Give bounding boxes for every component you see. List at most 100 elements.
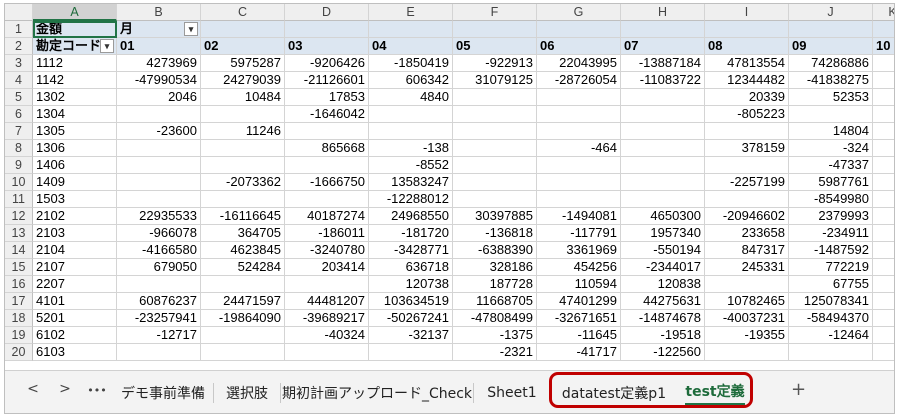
amount-cell[interactable]: - [873,310,894,327]
pivot-header-cell[interactable] [621,21,705,38]
amount-cell[interactable]: -464 [537,140,621,157]
amount-cell[interactable]: -11083722 [621,72,705,89]
amount-cell[interactable]: 44481207 [285,293,369,310]
pivot-header-cell[interactable] [873,21,894,38]
amount-cell[interactable] [117,140,201,157]
amount-cell[interactable]: 772219 [789,259,873,276]
row-header[interactable]: 7 [5,123,33,140]
amount-cell[interactable]: -1 [873,55,894,72]
amount-cell[interactable] [873,344,894,361]
amount-cell[interactable]: -20946602 [705,208,789,225]
amount-cell[interactable]: -805223 [705,106,789,123]
tab-sheet1[interactable]: Sheet1 [474,371,550,413]
pivot-header-cell[interactable] [201,21,285,38]
amount-cell[interactable]: 20339 [705,89,789,106]
select-all-corner[interactable] [5,4,33,21]
amount-cell[interactable]: 24968550 [369,208,453,225]
filter-dropdown-icon[interactable]: ▾ [100,39,114,53]
amount-cell[interactable]: -40037231 [705,310,789,327]
amount-cell[interactable] [873,276,894,293]
amount-cell[interactable] [285,157,369,174]
next-sheet-icon[interactable]: > [55,381,75,397]
amount-cell[interactable] [117,157,201,174]
amount-cell[interactable]: 2379993 [789,208,873,225]
amount-cell[interactable] [621,140,705,157]
column-header[interactable]: B [117,4,201,21]
more-sheets-icon[interactable]: ••• [87,384,107,397]
amount-cell[interactable]: -23257941 [117,310,201,327]
amount-cell[interactable]: 1957340 [621,225,705,242]
amount-cell[interactable]: -13887184 [621,55,705,72]
amount-cell[interactable] [789,344,873,361]
amount-cell[interactable]: 865668 [285,140,369,157]
amount-cell[interactable] [453,140,537,157]
amount-cell[interactable]: -922913 [453,55,537,72]
amount-cell[interactable]: -117791 [537,225,621,242]
month-header-cell[interactable]: 05 [453,38,537,55]
amount-cell[interactable]: 47813554 [705,55,789,72]
account-code-cell[interactable]: 2207 [33,276,117,293]
amount-cell[interactable]: 22935533 [117,208,201,225]
amount-cell[interactable]: 4840 [369,89,453,106]
amount-cell[interactable]: 233658 [705,225,789,242]
month-header-cell[interactable]: 06 [537,38,621,55]
amount-cell[interactable] [621,89,705,106]
amount-cell[interactable]: -21126601 [285,72,369,89]
column-header[interactable]: F [453,4,537,21]
amount-cell[interactable] [537,157,621,174]
month-header-cell[interactable]: 03 [285,38,369,55]
amount-cell[interactable]: -122560 [621,344,705,361]
amount-cell[interactable] [201,191,285,208]
amount-cell[interactable]: -6388390 [453,242,537,259]
amount-cell[interactable] [705,276,789,293]
column-header[interactable]: A [33,4,117,21]
month-header-cell[interactable]: 08 [705,38,789,55]
amount-cell[interactable]: -11645 [537,327,621,344]
amount-cell[interactable] [873,225,894,242]
amount-cell[interactable]: 3361969 [537,242,621,259]
column-header[interactable]: I [705,4,789,21]
amount-cell[interactable]: -8549980 [789,191,873,208]
amount-cell[interactable]: 4623845 [201,242,285,259]
amount-cell[interactable] [873,327,894,344]
amount-cell[interactable]: 636718 [369,259,453,276]
amount-cell[interactable]: 11246 [201,123,285,140]
pivot-header-cell[interactable] [537,21,621,38]
amount-cell[interactable] [117,276,201,293]
amount-cell[interactable] [117,174,201,191]
amount-cell[interactable]: 606342 [369,72,453,89]
amount-cell[interactable]: -3240780 [285,242,369,259]
amount-cell[interactable]: 679050 [117,259,201,276]
filter-dropdown-icon[interactable]: ▾ [184,22,198,36]
amount-cell[interactable]: 1 [873,72,894,89]
amount-cell[interactable]: 328186 [453,259,537,276]
amount-cell[interactable]: 4273969 [117,55,201,72]
amount-cell[interactable] [873,191,894,208]
amount-cell[interactable]: -136818 [453,225,537,242]
amount-cell[interactable]: -39689217 [285,310,369,327]
row-header[interactable]: 6 [5,106,33,123]
amount-cell[interactable] [369,344,453,361]
amount-cell[interactable]: -324 [789,140,873,157]
amount-cell[interactable]: -3428771 [369,242,453,259]
row-header[interactable]: 12 [5,208,33,225]
account-code-cell[interactable]: 1302 [33,89,117,106]
account-code-cell[interactable]: 4101 [33,293,117,310]
amount-cell[interactable] [453,89,537,106]
amount-cell[interactable]: -50267241 [369,310,453,327]
account-code-cell[interactable]: 1112 [33,55,117,72]
amount-cell[interactable]: 110594 [537,276,621,293]
amount-cell[interactable] [873,106,894,123]
row-header[interactable]: 4 [5,72,33,89]
amount-cell[interactable] [117,191,201,208]
column-header[interactable]: J [789,4,873,21]
amount-cell[interactable] [873,140,894,157]
amount-cell[interactable]: -9206426 [285,55,369,72]
amount-cell[interactable]: -19864090 [201,310,285,327]
account-code-cell[interactable]: 1306 [33,140,117,157]
row-header[interactable]: 20 [5,344,33,361]
account-code-cell[interactable]: 1406 [33,157,117,174]
amount-cell[interactable] [201,327,285,344]
pivot-header-cell[interactable] [453,21,537,38]
amount-cell[interactable] [201,106,285,123]
